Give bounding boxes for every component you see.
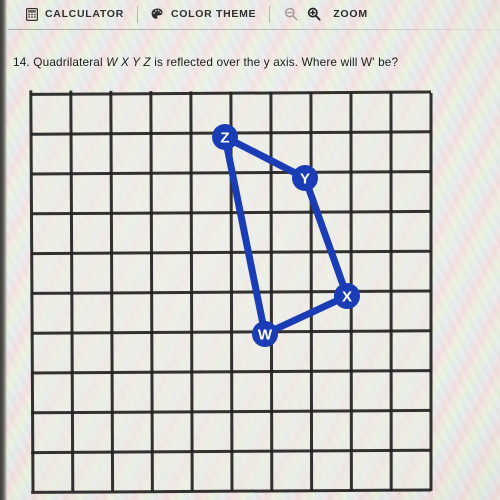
calculator-button[interactable]: CALCULATOR <box>0 0 137 28</box>
magnifier-plus-icon[interactable] <box>307 7 321 21</box>
question-text-before: Quadrilateral <box>33 55 103 69</box>
palette-icon <box>151 8 164 20</box>
question-text: 14. Quadrilateral W X Y Z is reflected o… <box>13 55 483 69</box>
vignette-overlay <box>0 0 500 500</box>
question-text-after: is reflected over the y axis. Where will… <box>154 55 399 69</box>
toolbar-divider <box>8 29 500 30</box>
zoom-controls: ZOOM <box>270 7 368 21</box>
zoom-label: ZOOM <box>333 8 368 20</box>
calculator-label: CALCULATOR <box>45 8 124 20</box>
top-toolbar: CALCULATOR COLOR THEME ZOOM <box>0 0 500 28</box>
question-number: 14. <box>13 55 30 69</box>
color-theme-button[interactable]: COLOR THEME <box>138 0 269 28</box>
question-variables: W X Y Z <box>106 55 151 69</box>
calculator-icon <box>26 7 38 21</box>
color-theme-label: COLOR THEME <box>170 8 257 20</box>
photo-surface <box>0 0 500 500</box>
magnifier-minus-icon[interactable] <box>284 7 298 21</box>
moire-overlay-primary <box>0 0 500 500</box>
moire-overlay-secondary <box>0 0 500 500</box>
